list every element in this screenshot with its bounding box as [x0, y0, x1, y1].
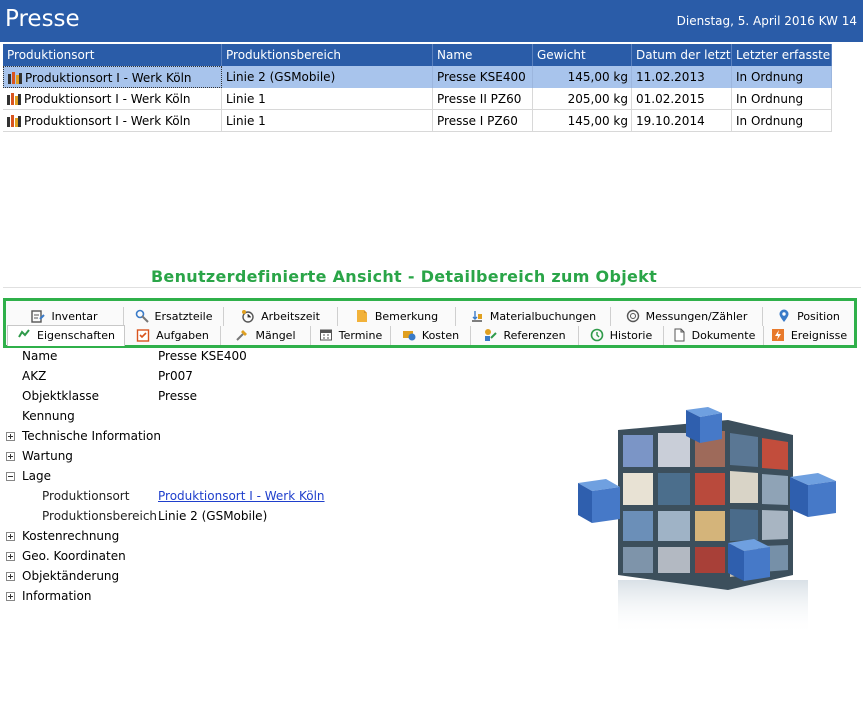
cell-datum: 19.10.2014	[632, 110, 732, 132]
column-header-zustand[interactable]: Letzter erfasster...	[732, 44, 832, 66]
table-row[interactable]: Produktionsort I - Werk Köln Linie 2 (GS…	[3, 66, 832, 88]
history-icon	[590, 328, 604, 342]
tab-bemerkung[interactable]: Bemerkung	[338, 307, 456, 326]
cell-zustand: In Ordnung	[732, 66, 832, 88]
expand-icon[interactable]	[6, 572, 15, 581]
tab-referenzen[interactable]: Referenzen	[471, 326, 579, 345]
group-objektaenderung[interactable]: Objektänderung	[4, 566, 564, 586]
costs-icon	[402, 328, 416, 342]
expand-icon[interactable]	[6, 532, 15, 541]
material-icon	[470, 309, 484, 323]
column-header-name[interactable]: Name	[433, 44, 533, 66]
tab-materialbuchungen[interactable]: Materialbuchungen	[456, 307, 611, 326]
cell-produktionsbereich: Linie 1	[222, 88, 433, 110]
collapse-icon[interactable]	[6, 472, 15, 481]
cell-name: Presse II PZ60	[433, 88, 533, 110]
properties-tree: Name Presse KSE400 AKZ Pr007 Objektklass…	[4, 346, 564, 696]
group-technische-information[interactable]: Technische Information	[4, 426, 564, 446]
tab-inventar[interactable]: Inventar	[6, 307, 124, 326]
expand-icon[interactable]	[6, 432, 15, 441]
properties-icon	[17, 328, 31, 342]
document-icon	[672, 328, 686, 342]
tab-position[interactable]: Position	[763, 307, 854, 326]
cell-produktionsort: Produktionsort I - Werk Köln	[3, 88, 222, 110]
tab-kosten[interactable]: Kosten	[391, 326, 471, 345]
cell-gewicht: 145,00 kg	[533, 110, 632, 132]
cell-produktionsort: Produktionsort I - Werk Köln	[3, 110, 222, 132]
page-title: Presse	[5, 6, 80, 32]
detail-caption: Benutzerdefinierte Ansicht - Detailberei…	[150, 267, 658, 286]
group-geo-koordinaten[interactable]: Geo. Koordinaten	[4, 546, 564, 566]
tab-messungen[interactable]: Messungen/Zähler	[611, 307, 763, 326]
object-illustration-cube	[578, 405, 843, 637]
calendar-icon	[319, 328, 333, 342]
production-site-icon	[7, 90, 21, 105]
tab-dokumente[interactable]: Dokumente	[664, 326, 764, 345]
cell-name: Presse I PZ60	[433, 110, 533, 132]
expand-icon[interactable]	[6, 552, 15, 561]
tab-ereignisse[interactable]: Ereignisse	[764, 326, 854, 345]
tab-ersatzteile[interactable]: Ersatzteile	[124, 307, 224, 326]
property-objektklasse: Objektklasse Presse	[22, 389, 197, 403]
defect-icon	[235, 328, 249, 342]
cell-name: Presse KSE400	[433, 66, 533, 88]
tab-arbeitszeit[interactable]: Arbeitszeit	[224, 307, 338, 326]
cell-gewicht: 145,00 kg	[533, 66, 632, 88]
work-time-icon	[241, 309, 255, 323]
production-site-icon	[7, 112, 21, 127]
group-information[interactable]: Information	[4, 586, 564, 606]
cell-datum: 01.02.2015	[632, 88, 732, 110]
column-header-datum[interactable]: Datum der letzt...	[632, 44, 732, 66]
task-icon	[136, 328, 150, 342]
location-pin-icon	[777, 309, 791, 323]
property-name: Name Presse KSE400	[22, 349, 247, 363]
date-display: Dienstag, 5. April 2016 KW 14	[676, 14, 857, 28]
cell-datum: 11.02.2013	[632, 66, 732, 88]
cell-produktionsbereich: Linie 2 (GSMobile)	[222, 66, 433, 88]
object-grid[interactable]: Produktionsort Produktionsbereich Name G…	[3, 44, 861, 288]
tab-termine[interactable]: Termine	[311, 326, 391, 345]
meter-icon	[626, 309, 640, 323]
note-icon	[355, 309, 369, 323]
grid-header-row: Produktionsort Produktionsbereich Name G…	[3, 44, 832, 66]
expand-icon[interactable]	[6, 452, 15, 461]
cell-zustand: In Ordnung	[732, 110, 832, 132]
tab-aufgaben[interactable]: Aufgaben	[125, 326, 221, 345]
property-akz: AKZ Pr007	[22, 369, 193, 383]
tab-historie[interactable]: Historie	[579, 326, 664, 345]
expand-icon[interactable]	[6, 592, 15, 601]
group-kostenrechnung[interactable]: Kostenrechnung	[4, 526, 564, 546]
column-header-gewicht[interactable]: Gewicht	[533, 44, 632, 66]
produktionsort-link[interactable]: Produktionsort I - Werk Köln	[158, 486, 325, 506]
tab-maengel[interactable]: Mängel	[221, 326, 311, 345]
cell-gewicht: 205,00 kg	[533, 88, 632, 110]
cell-produktionsbereich: Linie 1	[222, 110, 433, 132]
group-wartung[interactable]: Wartung	[4, 446, 564, 466]
property-kennung: Kennung	[22, 409, 75, 423]
property-produktionsort: Produktionsort Produktionsort I - Werk K…	[4, 486, 564, 506]
column-header-produktionsort[interactable]: Produktionsort	[3, 44, 222, 66]
event-icon	[771, 328, 785, 342]
references-icon	[483, 328, 498, 342]
column-header-produktionsbereich[interactable]: Produktionsbereich	[222, 44, 433, 66]
table-row[interactable]: Produktionsort I - Werk Köln Linie 1 Pre…	[3, 88, 832, 110]
cell-zustand: In Ordnung	[732, 88, 832, 110]
production-site-icon	[8, 69, 22, 84]
cell-produktionsort: Produktionsort I - Werk Köln	[3, 66, 222, 88]
tab-eigenschaften[interactable]: Eigenschaften	[7, 325, 125, 346]
detail-tab-strip: Inventar Ersatzteile Arbeitszeit Bemerku…	[3, 298, 857, 348]
inventory-icon	[31, 309, 46, 323]
spare-parts-icon	[135, 309, 149, 323]
group-lage[interactable]: Lage	[4, 466, 564, 486]
title-bar: Presse Dienstag, 5. April 2016 KW 14	[0, 0, 863, 42]
table-row[interactable]: Produktionsort I - Werk Köln Linie 1 Pre…	[3, 110, 832, 132]
property-produktionsbereich: Produktionsbereich Linie 2 (GSMobile)	[42, 509, 268, 523]
